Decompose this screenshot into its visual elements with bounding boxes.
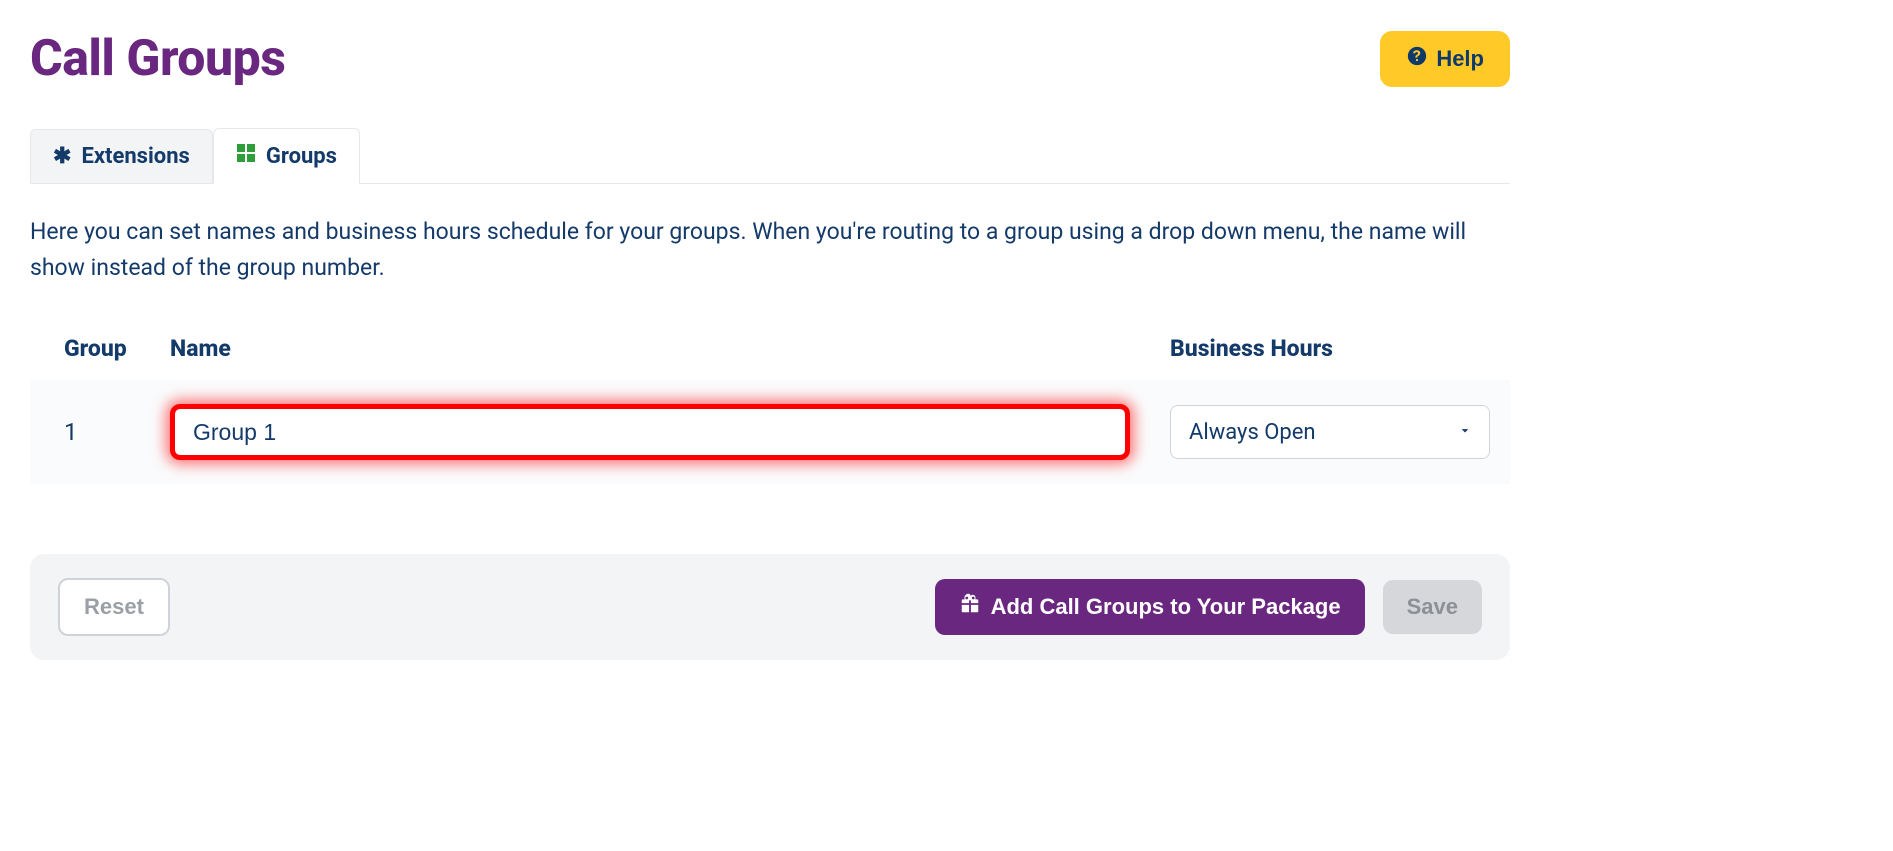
gift-icon <box>959 593 981 621</box>
group-number-cell: 1 <box>30 380 150 484</box>
footer-bar: Reset Add Call Groups to Your Package Sa… <box>30 554 1510 660</box>
tab-groups[interactable]: Groups <box>213 128 360 184</box>
add-call-groups-label: Add Call Groups to Your Package <box>991 594 1341 620</box>
help-button[interactable]: Help <box>1380 31 1510 87</box>
chevron-down-icon <box>1457 420 1473 445</box>
save-button[interactable]: Save <box>1383 580 1482 634</box>
asterisk-icon: ✱ <box>53 146 71 168</box>
tab-groups-label: Groups <box>266 144 337 169</box>
tab-extensions-label: Extensions <box>81 144 189 169</box>
page-description: Here you can set names and business hour… <box>30 214 1510 285</box>
table-row: 1 Always Open <box>30 380 1510 484</box>
business-hours-selected-value: Always Open <box>1189 420 1316 445</box>
group-name-input[interactable] <box>170 404 1130 460</box>
column-header-group: Group <box>30 325 150 380</box>
groups-table: Group Name Business Hours 1 Always Open <box>30 325 1510 484</box>
business-hours-select[interactable]: Always Open <box>1170 405 1490 459</box>
grid-icon <box>236 143 256 169</box>
column-header-name: Name <box>150 325 1150 380</box>
tabs: ✱ Extensions Groups <box>30 128 1510 184</box>
reset-button-label: Reset <box>84 594 144 620</box>
save-button-label: Save <box>1407 594 1458 620</box>
help-button-label: Help <box>1436 46 1484 72</box>
page-title: Call Groups <box>30 30 285 88</box>
reset-button[interactable]: Reset <box>58 578 170 636</box>
tab-extensions[interactable]: ✱ Extensions <box>30 129 213 183</box>
column-header-hours: Business Hours <box>1150 325 1510 380</box>
help-icon <box>1406 45 1428 73</box>
add-call-groups-button[interactable]: Add Call Groups to Your Package <box>935 579 1365 635</box>
